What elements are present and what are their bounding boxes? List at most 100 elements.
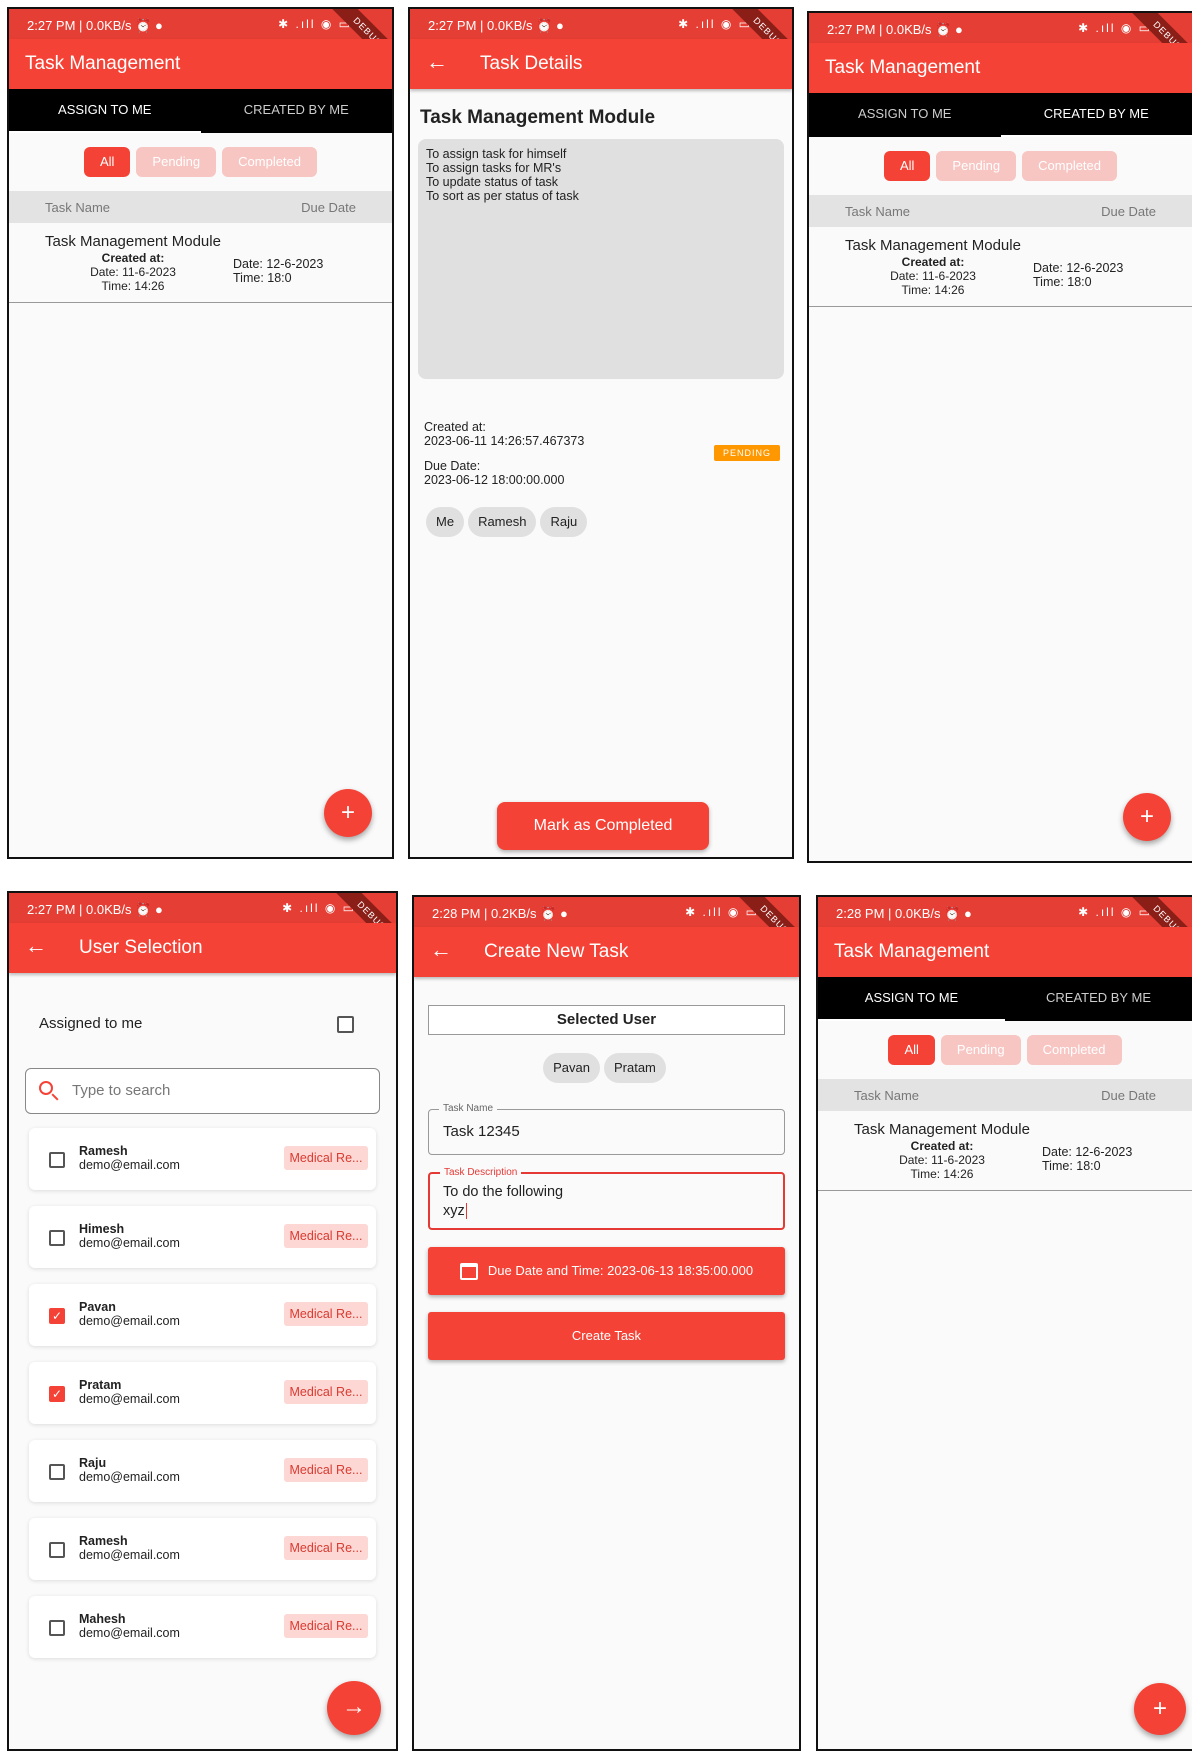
user-row[interactable]: Maheshdemo@email.comMedical Re...	[29, 1596, 376, 1658]
user-email: demo@email.com	[79, 1314, 180, 1328]
user-email: demo@email.com	[79, 1158, 180, 1172]
screen-task-details: 2:27 PM | 0.0KB/s ⏰ ●✱ .ıll ◉ ▭DEBUG ← Ta…	[408, 7, 794, 859]
task-name-field[interactable]: Task Name Task 12345	[428, 1109, 785, 1155]
status-bar: 2:27 PM | 0.0KB/s ⏰ ●✱ .ıll ◉ ▭DEBUG	[410, 9, 792, 39]
user-name: Raju	[79, 1456, 106, 1470]
filter-chips: AllPendingCompleted	[9, 147, 392, 177]
user-row[interactable]: Rameshdemo@email.comMedical Re...	[29, 1128, 376, 1190]
user-row[interactable]: Rameshdemo@email.comMedical Re...	[29, 1518, 376, 1580]
tab-assign-to-me[interactable]: ASSIGN TO ME	[818, 977, 1005, 1021]
tab-bar: ASSIGN TO ME CREATED BY ME	[9, 89, 392, 133]
user-row[interactable]: Himeshdemo@email.comMedical Re...	[29, 1206, 376, 1268]
user-role-tag: Medical Re...	[284, 1380, 368, 1404]
task-name-label: Task Name	[439, 1103, 497, 1114]
user-name: Himesh	[79, 1222, 124, 1236]
created-date: Date: 11-6-2023	[868, 1153, 1016, 1167]
user-email: demo@email.com	[79, 1236, 180, 1250]
desc-line: To assign tasks for MR's	[426, 161, 776, 175]
filter-completed-chip[interactable]: Completed	[1027, 1035, 1122, 1065]
due-date: Date: 12-6-2023	[1033, 261, 1123, 275]
status-bar: 2:27 PM | 0.0KB/s ⏰ ●✱ .ıll ◉ ▭DEBUG	[9, 893, 396, 923]
user-checkbox[interactable]	[49, 1464, 65, 1480]
search-input[interactable]: Type to search	[72, 1082, 170, 1099]
due-time: Time: 18:0	[233, 271, 323, 285]
tab-created-by-me[interactable]: CREATED BY ME	[1005, 977, 1192, 1021]
created-label: Created at:	[859, 255, 1007, 269]
tab-assign-to-me[interactable]: ASSIGN TO ME	[809, 93, 1001, 137]
mark-completed-button[interactable]: Mark as Completed	[497, 802, 709, 850]
user-role-tag: Medical Re...	[284, 1614, 368, 1638]
task-due: Date: 12-6-2023Time: 18:0	[233, 257, 323, 285]
screen-task-list-assign-2: 2:28 PM | 0.0KB/s ⏰ ●✱ .ıll ◉ ▭DEBUG Tas…	[816, 895, 1192, 1751]
created-info: Created at:2023-06-11 14:26:57.467373	[424, 420, 584, 448]
tab-created-by-me[interactable]: CREATED BY ME	[1001, 93, 1192, 137]
tab-created-by-me[interactable]: CREATED BY ME	[201, 89, 393, 133]
add-task-button[interactable]: +	[324, 789, 372, 837]
task-row[interactable]: Task Management Module Created at:Date: …	[9, 223, 392, 303]
filter-pending-chip[interactable]: Pending	[136, 147, 216, 177]
status-bar: 2:27 PM | 0.0KB/s ⏰ ●✱ .ıll ◉ ▭DEBUG	[9, 9, 392, 39]
assigned-to-me-checkbox[interactable]	[337, 1016, 354, 1033]
back-arrow-icon[interactable]: ←	[426, 50, 448, 74]
user-email: demo@email.com	[79, 1626, 180, 1640]
user-row[interactable]: ✓Pratamdemo@email.comMedical Re...	[29, 1362, 376, 1424]
user-row[interactable]: ✓Pavandemo@email.comMedical Re...	[29, 1284, 376, 1346]
status-icons: ✱ .ıll ◉ ▭	[1078, 21, 1152, 35]
user-role-tag: Medical Re...	[284, 1146, 368, 1170]
task-name-input[interactable]: Task 12345	[443, 1123, 520, 1140]
user-role-tag: Medical Re...	[284, 1458, 368, 1482]
filter-all-chip[interactable]: All	[884, 151, 930, 181]
filter-all-chip[interactable]: All	[888, 1035, 934, 1065]
user-checkbox[interactable]	[49, 1230, 65, 1246]
screen-create-task: 2:28 PM | 0.2KB/s ⏰ ●✱ .ıll ◉ ▭DEBUG ←Cr…	[412, 895, 801, 1751]
tab-assign-to-me[interactable]: ASSIGN TO ME	[9, 89, 201, 133]
user-checkbox[interactable]: ✓	[49, 1386, 65, 1402]
assigned-to-me-label: Assigned to me	[39, 1015, 142, 1032]
add-task-button[interactable]: +	[1123, 793, 1171, 841]
user-checkbox[interactable]	[49, 1542, 65, 1558]
due-value: 2023-06-12 18:00:00.000	[424, 473, 564, 487]
user-checkbox[interactable]	[49, 1152, 65, 1168]
filter-completed-chip[interactable]: Completed	[1022, 151, 1117, 181]
task-created: Created at:Date: 11-6-2023Time: 14:26	[859, 255, 1007, 297]
task-name: Task Management Module	[854, 1121, 1030, 1138]
status-icons: ✱ .ıll ◉ ▭	[685, 905, 759, 919]
back-arrow-icon[interactable]: ←	[430, 938, 452, 962]
task-row[interactable]: Task Management Module Created at:Date: …	[809, 227, 1192, 307]
app-bar: ← Task Details	[410, 39, 792, 89]
user-role-tag: Medical Re...	[284, 1536, 368, 1560]
filter-completed-chip[interactable]: Completed	[222, 147, 317, 177]
created-date: Date: 11-6-2023	[59, 265, 207, 279]
filter-all-chip[interactable]: All	[84, 147, 130, 177]
filter-pending-chip[interactable]: Pending	[941, 1035, 1021, 1065]
desc-line: To do the following	[443, 1183, 563, 1202]
col-due-date: Due Date	[1101, 204, 1156, 219]
add-task-button[interactable]: +	[1134, 1683, 1186, 1735]
user-checkbox[interactable]	[49, 1620, 65, 1636]
search-icon-handle	[51, 1093, 58, 1100]
back-arrow-icon[interactable]: ←	[25, 934, 47, 958]
filter-pending-chip[interactable]: Pending	[936, 151, 1016, 181]
task-row[interactable]: Task Management Module Created at:Date: …	[818, 1111, 1192, 1191]
page-title: Task Management	[834, 941, 989, 963]
create-task-button[interactable]: Create Task	[428, 1312, 785, 1360]
assigned-users: MeRameshRaju	[426, 507, 591, 537]
user-checkbox[interactable]: ✓	[49, 1308, 65, 1324]
page-title: Task Details	[480, 53, 582, 75]
task-name: Task Management Module	[45, 233, 221, 250]
next-button[interactable]: →	[327, 1681, 381, 1735]
task-description-input[interactable]: To do the followingxyz	[443, 1183, 563, 1221]
created-time: Time: 14:26	[59, 279, 207, 293]
task-description-field[interactable]: Task Description To do the followingxyz	[428, 1172, 785, 1230]
created-value: 2023-06-11 14:26:57.467373	[424, 434, 584, 448]
text-cursor	[466, 1203, 467, 1219]
due-time: Time: 18:0	[1033, 275, 1123, 289]
app-bar: Task Management	[809, 43, 1192, 93]
col-task-name: Task Name	[845, 204, 910, 219]
user-row[interactable]: Rajudemo@email.comMedical Re...	[29, 1440, 376, 1502]
user-name: Pavan	[79, 1300, 116, 1314]
status-icons: ✱ .ıll ◉ ▭	[1078, 905, 1152, 919]
due-date-button[interactable]: Due Date and Time: 2023-06-13 18:35:00.0…	[428, 1247, 785, 1295]
status-badge: PENDING	[714, 445, 780, 461]
search-box[interactable]: Type to search	[25, 1068, 380, 1114]
